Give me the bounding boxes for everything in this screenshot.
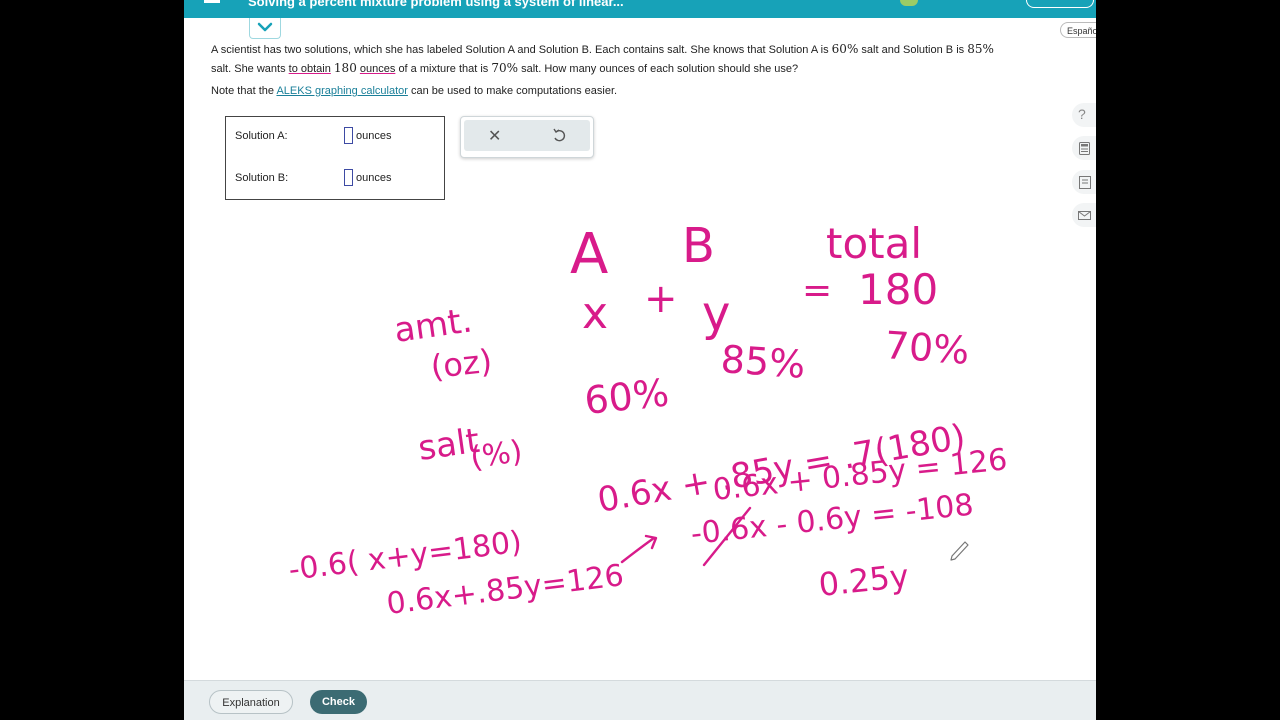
handwriting-canvas: A B total amt. (oz) x + y = 180 salt (%)… bbox=[287, 218, 1009, 622]
handwritten-percent-a: 60% bbox=[582, 370, 671, 423]
handwritten-header-total: total bbox=[826, 219, 922, 268]
handwritten-header-b: B bbox=[682, 218, 715, 274]
handwritten-amount-label: amt. bbox=[392, 300, 475, 350]
handwritten-header-a: A bbox=[570, 222, 608, 287]
pen-cursor-icon bbox=[950, 541, 969, 561]
handwritten-x: x bbox=[582, 288, 608, 339]
handwritten-result: 0.25y bbox=[817, 557, 911, 604]
handwritten-amount-unit: (oz) bbox=[429, 342, 494, 386]
handwritten-equals: = bbox=[802, 270, 832, 311]
explanation-button[interactable]: Explanation bbox=[209, 690, 293, 714]
app-window: Solving a percent mixture problem using … bbox=[184, 0, 1096, 720]
footer-bar: Explanation Check bbox=[184, 680, 1096, 720]
handwritten-plus: + bbox=[644, 276, 678, 322]
handwritten-percent-total: 70% bbox=[883, 323, 970, 373]
handwritten-salt-unit: (%) bbox=[468, 434, 524, 476]
check-button[interactable]: Check bbox=[310, 690, 367, 714]
handwritten-percent-b: 85% bbox=[719, 337, 806, 387]
handwritten-y: y bbox=[702, 286, 730, 342]
handwritten-arrow bbox=[620, 534, 658, 564]
handwritten-total-amount: 180 bbox=[858, 265, 938, 314]
